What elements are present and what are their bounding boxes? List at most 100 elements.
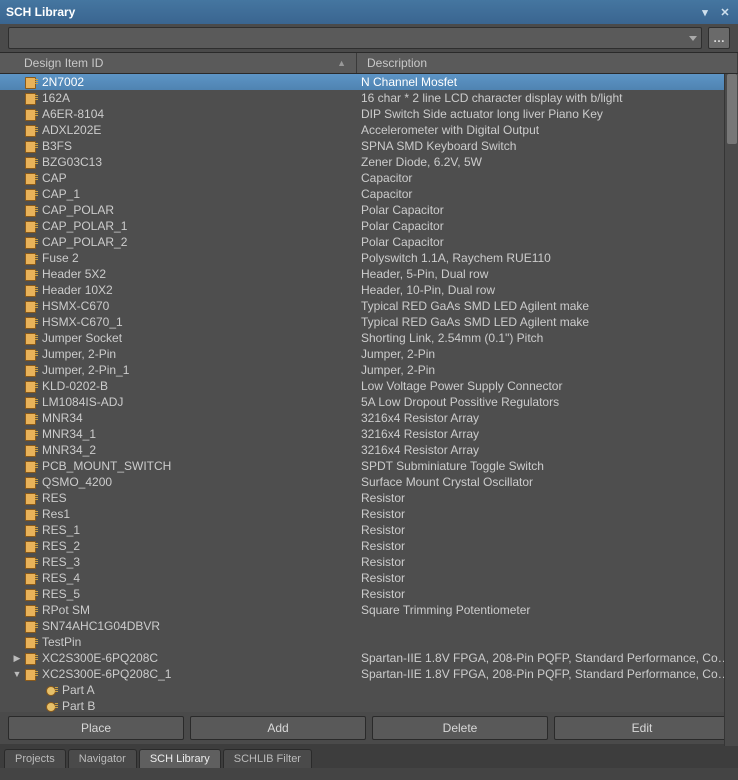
tab-navigator[interactable]: Navigator bbox=[68, 749, 137, 768]
cell-id: ▼ XC2S300E-6PQ208C_1 bbox=[0, 667, 357, 681]
component-icon bbox=[24, 108, 38, 120]
table-row[interactable]: B3FSSPNA SMD Keyboard Switch bbox=[0, 138, 738, 154]
cell-id: Jumper Socket bbox=[0, 331, 357, 345]
table-row[interactable]: ▶XC2S300E-6PQ208CSpartan-IIE 1.8V FPGA, … bbox=[0, 650, 738, 666]
table-row[interactable]: RES_4Resistor bbox=[0, 570, 738, 586]
table-row[interactable]: KLD-0202-BLow Voltage Power Supply Conne… bbox=[0, 378, 738, 394]
table-row[interactable]: Fuse 2Polyswitch 1.1A, Raychem RUE110 bbox=[0, 250, 738, 266]
table-row[interactable]: SN74AHC1G04DBVR bbox=[0, 618, 738, 634]
table-row[interactable]: RES_3Resistor bbox=[0, 554, 738, 570]
cell-id: CAP_POLAR_1 bbox=[0, 219, 357, 233]
table-row[interactable]: PCB_MOUNT_SWITCHSPDT Subminiature Toggle… bbox=[0, 458, 738, 474]
table-row[interactable]: RES Resistor bbox=[0, 490, 738, 506]
cell-id: PCB_MOUNT_SWITCH bbox=[0, 459, 357, 473]
component-icon bbox=[24, 556, 38, 568]
table-row[interactable]: CAPCapacitor bbox=[0, 170, 738, 186]
delete-button[interactable]: Delete bbox=[372, 716, 548, 740]
tab-schlib-filter[interactable]: SCHLIB Filter bbox=[223, 749, 312, 768]
table-row[interactable]: Header 10X2Header, 10-Pin, Dual row bbox=[0, 282, 738, 298]
component-icon bbox=[24, 460, 38, 472]
cell-desc: 3216x4 Resistor Array bbox=[357, 443, 738, 457]
cell-desc: Resistor bbox=[357, 523, 738, 537]
component-icon bbox=[24, 396, 38, 408]
table-row[interactable]: MNR34_13216x4 Resistor Array bbox=[0, 426, 738, 442]
component-icon bbox=[24, 236, 38, 248]
table-row[interactable]: Jumper SocketShorting Link, 2.54mm (0.1"… bbox=[0, 330, 738, 346]
pin-icon[interactable]: ▾ bbox=[698, 5, 712, 19]
cell-desc: SPNA SMD Keyboard Switch bbox=[357, 139, 738, 153]
component-grid[interactable]: 2N7002N Channel Mosfet162A16 char * 2 li… bbox=[0, 74, 738, 712]
expand-icon[interactable]: ▼ bbox=[12, 669, 22, 679]
place-button[interactable]: Place bbox=[8, 716, 184, 740]
tab-projects[interactable]: Projects bbox=[4, 749, 66, 768]
table-row[interactable]: CAP_1Capacitor bbox=[0, 186, 738, 202]
expand-icon[interactable]: ▶ bbox=[12, 653, 22, 663]
row-id-label: SN74AHC1G04DBVR bbox=[42, 619, 160, 633]
cell-desc: Polar Capacitor bbox=[357, 219, 738, 233]
table-row[interactable]: ADXL202EAccelerometer with Digital Outpu… bbox=[0, 122, 738, 138]
cell-id: CAP_POLAR_2 bbox=[0, 235, 357, 249]
row-id-label: RES bbox=[42, 491, 67, 505]
column-header-desc-label: Description bbox=[367, 56, 427, 70]
row-id-label: 162A bbox=[42, 91, 70, 105]
chevron-down-icon[interactable] bbox=[689, 36, 697, 41]
table-row[interactable]: CAP_POLARPolar Capacitor bbox=[0, 202, 738, 218]
row-id-label: MNR34 bbox=[42, 411, 83, 425]
table-row[interactable]: RES_1Resistor bbox=[0, 522, 738, 538]
table-row[interactable]: 162A16 char * 2 line LCD character displ… bbox=[0, 90, 738, 106]
cell-desc: Resistor bbox=[357, 571, 738, 585]
expand-icon bbox=[12, 333, 22, 343]
cell-id: RES_4 bbox=[0, 571, 357, 585]
expand-icon bbox=[12, 525, 22, 535]
expand-icon bbox=[12, 381, 22, 391]
table-row[interactable]: TestPin bbox=[0, 634, 738, 650]
scrollbar-thumb[interactable] bbox=[727, 74, 737, 144]
cell-desc: Resistor bbox=[357, 491, 738, 505]
table-row[interactable]: Res1Resistor bbox=[0, 506, 738, 522]
cell-desc: 5A Low Dropout Possitive Regulators bbox=[357, 395, 738, 409]
table-row[interactable]: MNR34_23216x4 Resistor Array bbox=[0, 442, 738, 458]
cell-desc: Resistor bbox=[357, 539, 738, 553]
expand-icon bbox=[12, 605, 22, 615]
table-row[interactable]: RES_2Resistor bbox=[0, 538, 738, 554]
tab-sch-library[interactable]: SCH Library bbox=[139, 749, 221, 768]
expand-icon bbox=[12, 397, 22, 407]
table-row[interactable]: Part A bbox=[0, 682, 738, 698]
component-icon bbox=[24, 252, 38, 264]
cell-id: 162A bbox=[0, 91, 357, 105]
column-header-id[interactable]: Design Item ID ▲ bbox=[0, 53, 357, 73]
row-id-label: CAP_POLAR_1 bbox=[42, 219, 127, 233]
table-row[interactable]: RES_5Resistor bbox=[0, 586, 738, 602]
table-row[interactable]: Part B bbox=[0, 698, 738, 712]
table-row[interactable]: HSMX-C670Typical RED GaAs SMD LED Agilen… bbox=[0, 298, 738, 314]
options-menu-button[interactable]: … bbox=[708, 27, 730, 49]
table-row[interactable]: LM1084IS-ADJ5A Low Dropout Possitive Reg… bbox=[0, 394, 738, 410]
row-id-label: CAP_POLAR_2 bbox=[42, 235, 127, 249]
expand-icon bbox=[12, 109, 22, 119]
table-row[interactable]: Jumper, 2-Pin_1Jumper, 2-Pin bbox=[0, 362, 738, 378]
table-row[interactable]: CAP_POLAR_2Polar Capacitor bbox=[0, 234, 738, 250]
table-row[interactable]: A6ER-8104DIP Switch Side actuator long l… bbox=[0, 106, 738, 122]
scrollbar[interactable] bbox=[724, 74, 738, 746]
add-button[interactable]: Add bbox=[190, 716, 366, 740]
table-row[interactable]: 2N7002N Channel Mosfet bbox=[0, 74, 738, 90]
cell-id: LM1084IS-ADJ bbox=[0, 395, 357, 409]
expand-icon bbox=[12, 253, 22, 263]
edit-button[interactable]: Edit bbox=[554, 716, 730, 740]
column-header-desc[interactable]: Description bbox=[357, 53, 738, 73]
table-row[interactable]: ▼XC2S300E-6PQ208C_1Spartan-IIE 1.8V FPGA… bbox=[0, 666, 738, 682]
table-row[interactable]: BZG03C13Zener Diode, 6.2V, 5W bbox=[0, 154, 738, 170]
table-row[interactable]: Header 5X2Header, 5-Pin, Dual row bbox=[0, 266, 738, 282]
row-id-label: XC2S300E-6PQ208C_1 bbox=[42, 667, 171, 681]
cell-id: MNR34_1 bbox=[0, 427, 357, 441]
cell-desc: Polar Capacitor bbox=[357, 203, 738, 217]
search-input[interactable] bbox=[8, 27, 702, 49]
table-row[interactable]: Jumper, 2-PinJumper, 2-Pin bbox=[0, 346, 738, 362]
component-icon bbox=[24, 540, 38, 552]
table-row[interactable]: QSMO_4200Surface Mount Crystal Oscillato… bbox=[0, 474, 738, 490]
table-row[interactable]: CAP_POLAR_1 Polar Capacitor bbox=[0, 218, 738, 234]
table-row[interactable]: RPot SMSquare Trimming Potentiometer bbox=[0, 602, 738, 618]
table-row[interactable]: HSMX-C670_1Typical RED GaAs SMD LED Agil… bbox=[0, 314, 738, 330]
close-icon[interactable]: ✕ bbox=[718, 5, 732, 19]
table-row[interactable]: MNR343216x4 Resistor Array bbox=[0, 410, 738, 426]
